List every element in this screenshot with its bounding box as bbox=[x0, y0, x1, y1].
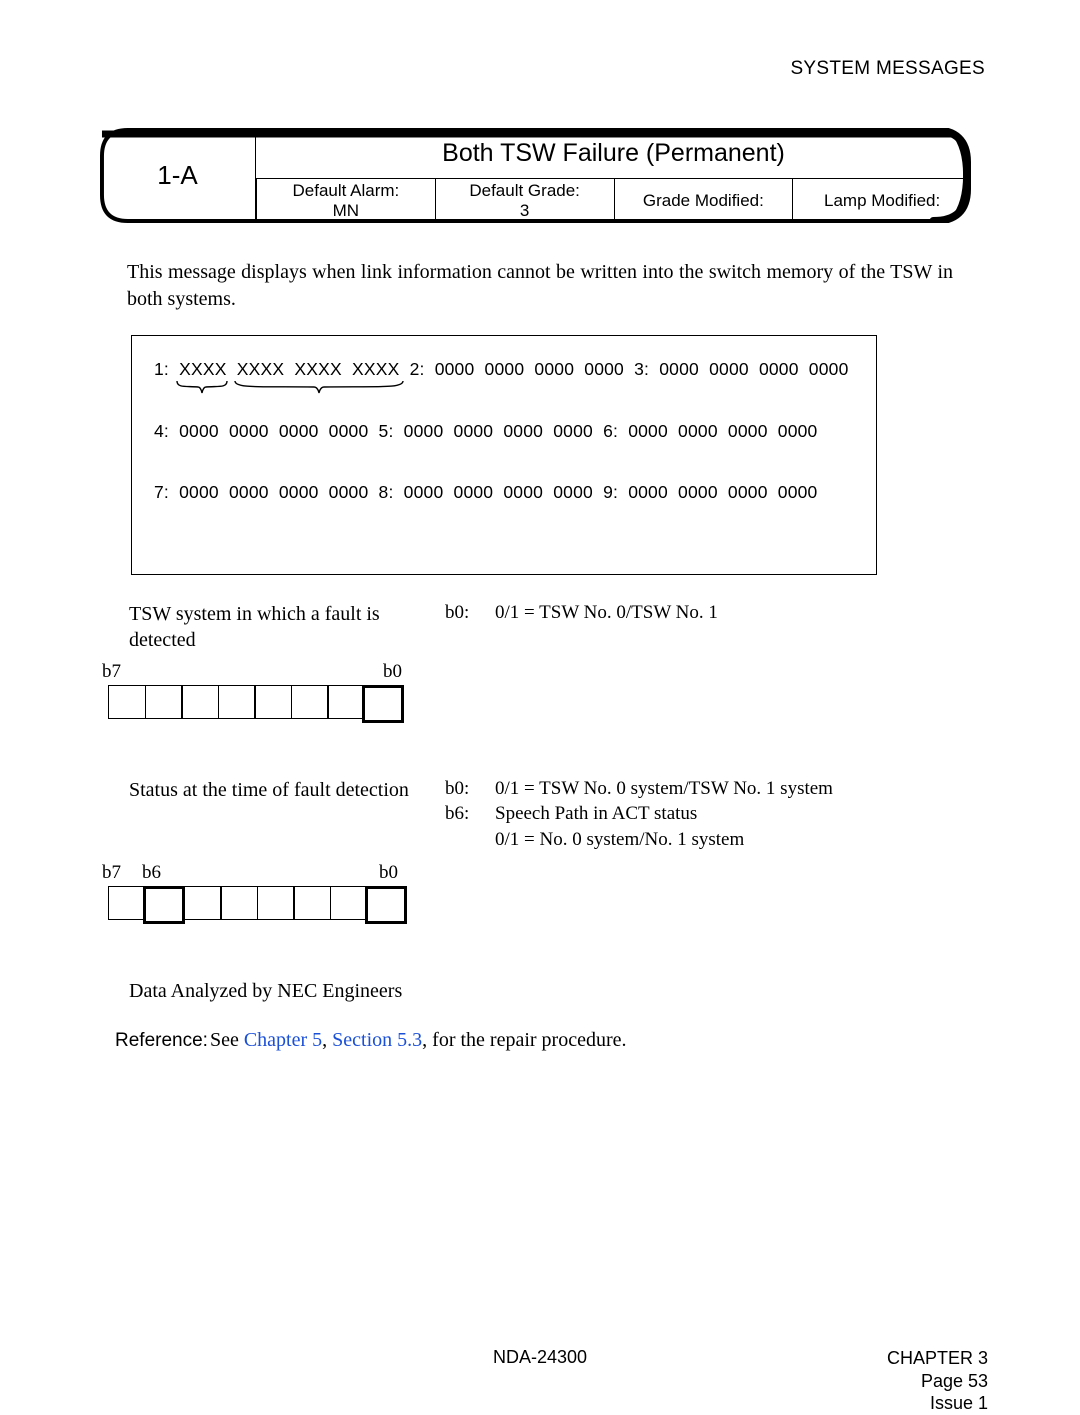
bit-b7-label: b7 bbox=[102, 862, 121, 884]
value: MN bbox=[333, 201, 359, 221]
field-description: b0: 0/1 = TSW No. 0 system/TSW No. 1 syst… bbox=[445, 777, 833, 854]
message-title: Both TSW Failure (Permanent) bbox=[256, 128, 971, 178]
text: , bbox=[322, 1029, 332, 1051]
bit-cell bbox=[108, 886, 146, 920]
bit-cell bbox=[220, 886, 258, 920]
running-header: SYSTEM MESSAGES bbox=[790, 58, 985, 80]
page-number: Page 53 bbox=[887, 1370, 988, 1393]
field-section: Status at the time of fault detection b0… bbox=[129, 777, 995, 854]
reference-link[interactable]: Section 5.3 bbox=[332, 1029, 422, 1051]
intro-paragraph: This message displays when link informat… bbox=[127, 259, 953, 313]
bit-cell bbox=[293, 886, 331, 920]
text: See bbox=[210, 1029, 244, 1051]
bit-cell bbox=[330, 886, 368, 920]
chapter-label: CHAPTER 3 bbox=[887, 1347, 988, 1370]
default-alarm-cell: Default Alarm: MN bbox=[256, 179, 435, 223]
bit-b6-label: b6 bbox=[142, 862, 161, 884]
reference-label: Reference: bbox=[115, 1030, 208, 1051]
underbrace-icon bbox=[234, 380, 404, 394]
bit-meaning: 0/1 = TSW No. 0 system/TSW No. 1 system bbox=[495, 777, 833, 801]
label: Default Alarm: bbox=[292, 181, 399, 201]
label: Lamp Modified: bbox=[824, 191, 940, 211]
bit-key: b0: bbox=[445, 777, 477, 801]
label: Grade Modified: bbox=[643, 191, 764, 211]
bit-meaning: Speech Path in ACT status bbox=[495, 802, 697, 826]
bit-b0-label: b0 bbox=[379, 862, 398, 884]
data-row: 4: 0000 0000 0000 0000 5: 0000 0000 0000… bbox=[154, 423, 854, 441]
bit-cell bbox=[218, 685, 256, 719]
message-code: 1-A bbox=[100, 128, 255, 223]
reference-link[interactable]: Chapter 5 bbox=[244, 1029, 322, 1051]
field-label: Status at the time of fault detection bbox=[129, 777, 445, 803]
bit-meaning: 0/1 = No. 0 system/No. 1 system bbox=[495, 828, 744, 852]
lamp-modified-cell: Lamp Modified: bbox=[792, 179, 971, 223]
bit-cell bbox=[108, 685, 146, 719]
byte-diagram bbox=[108, 685, 995, 723]
bit-index-labels: b7 b0 bbox=[102, 661, 402, 683]
bit-cell-highlight bbox=[365, 886, 407, 924]
bit-index-labels: b7 b6 b0 bbox=[102, 862, 402, 884]
data-row: 7: 0000 0000 0000 0000 8: 0000 0000 0000… bbox=[154, 484, 854, 502]
doc-number: NDA-24300 bbox=[493, 1347, 587, 1368]
text: , for the repair procedure. bbox=[422, 1029, 626, 1051]
message-title-card: 1-A Both TSW Failure (Permanent) Default… bbox=[100, 128, 971, 223]
bit-cell bbox=[291, 685, 329, 719]
value: 3 bbox=[520, 201, 529, 221]
page: SYSTEM MESSAGES 1-A Both TSW Failure (Pe… bbox=[0, 0, 1080, 1397]
bit-key: b0: bbox=[445, 601, 477, 625]
bit-cell bbox=[181, 685, 219, 719]
reference-line: Reference:See Chapter 5, Section 5.3, fo… bbox=[115, 1029, 995, 1052]
data-dump-box: 1: XXXX XXXX XXXX XXXX 2: 0000 0000 0000… bbox=[131, 335, 877, 575]
bit-cell-highlight bbox=[143, 886, 185, 924]
bit-meaning: 0/1 = TSW No. 0/TSW No. 1 bbox=[495, 601, 718, 625]
bit-cell bbox=[257, 886, 295, 920]
bit-cell bbox=[254, 685, 292, 719]
default-grade-cell: Default Grade: 3 bbox=[435, 179, 614, 223]
bit-cell bbox=[184, 886, 222, 920]
field-section: TSW system in which a fault is detected … bbox=[129, 601, 995, 653]
underbrace-icon bbox=[176, 380, 228, 394]
bit-cell bbox=[145, 685, 183, 719]
data-row: 1: XXXX XXXX XXXX XXXX 2: 0000 0000 0000… bbox=[154, 361, 854, 379]
grade-modified-cell: Grade Modified: bbox=[614, 179, 793, 223]
issue-number: Issue 1 bbox=[887, 1392, 988, 1415]
bit-cell bbox=[327, 685, 365, 719]
byte-diagram bbox=[108, 886, 995, 924]
field-description: b0: 0/1 = TSW No. 0/TSW No. 1 bbox=[445, 601, 718, 627]
bit-key: b6: bbox=[445, 802, 477, 826]
bit-cell-highlight bbox=[362, 685, 404, 723]
bit-key bbox=[445, 828, 477, 852]
analyzed-note: Data Analyzed by NEC Engineers bbox=[129, 980, 995, 1003]
bit-b0-label: b0 bbox=[383, 661, 402, 683]
label: Default Grade: bbox=[469, 181, 580, 201]
bit-b7-label: b7 bbox=[102, 661, 121, 683]
field-label: TSW system in which a fault is detected bbox=[129, 601, 445, 653]
